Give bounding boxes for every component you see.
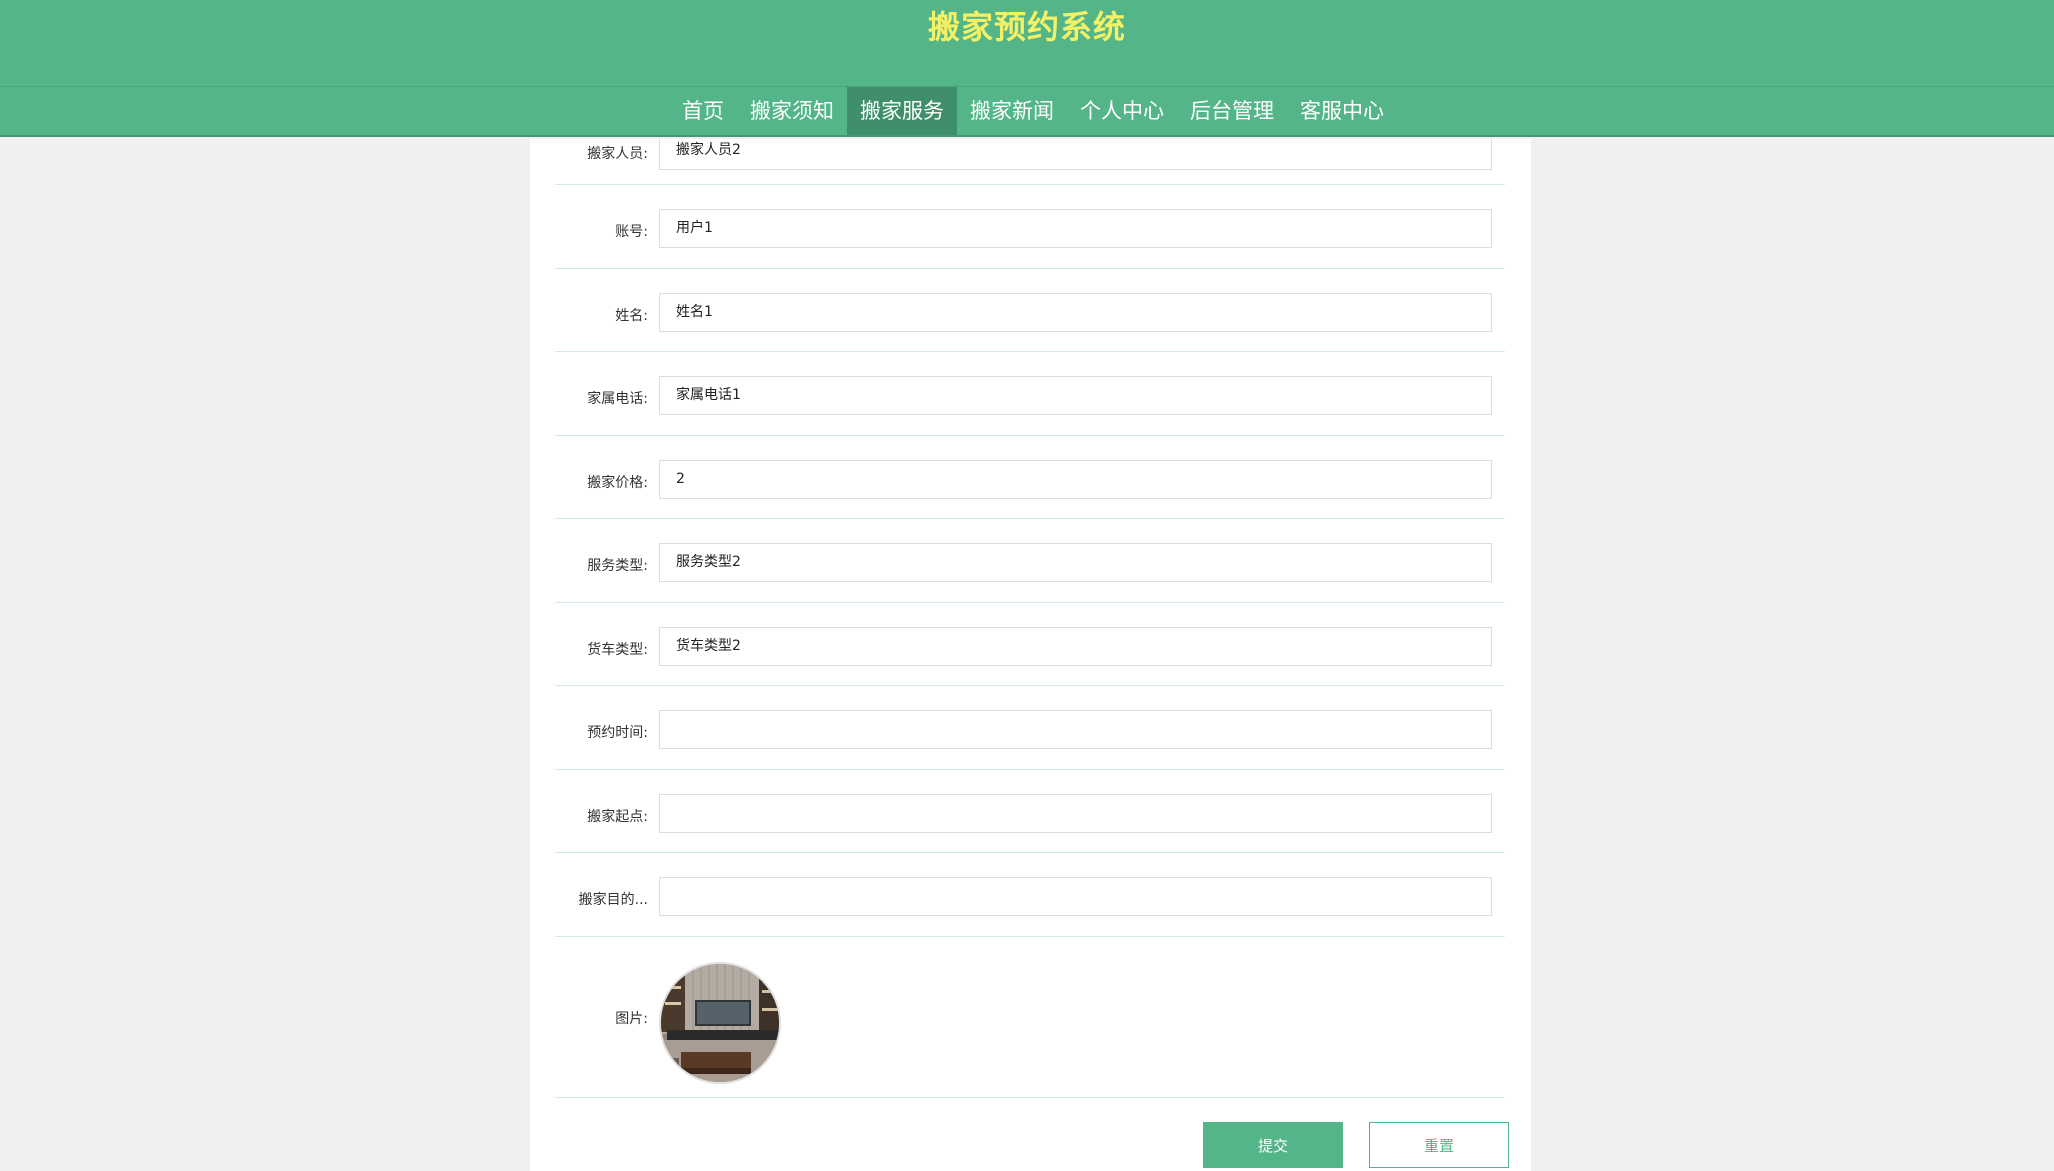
nav-item-customer-service[interactable]: 客服中心 xyxy=(1287,87,1397,135)
nav-item-home[interactable]: 首页 xyxy=(669,87,737,135)
room-photo[interactable] xyxy=(659,961,781,1084)
form-row-mover: 搬家人员: 搬家人员2 xyxy=(555,139,1505,185)
image-label: 图片: xyxy=(615,1010,648,1027)
main-nav: 首页 搬家须知 搬家服务 搬家新闻 个人中心 后台管理 客服中心 xyxy=(0,86,2054,137)
nav-item-moving-service[interactable]: 搬家服务 xyxy=(847,87,957,135)
form-row-appointment-time: 预约时间: xyxy=(555,686,1505,770)
form-row-image: 图片: xyxy=(555,937,1505,1098)
site-title: 搬家预约系统 xyxy=(927,8,1126,46)
nav-item-moving-news[interactable]: 搬家新闻 xyxy=(957,87,1067,135)
living-room-image xyxy=(661,963,779,1082)
appointment-time-input[interactable] xyxy=(659,710,1492,749)
service-type-input[interactable]: 服务类型2 xyxy=(659,543,1492,582)
submit-button[interactable]: 提交 xyxy=(1203,1121,1343,1168)
site-header: 搬家预约系统 xyxy=(0,0,2054,86)
content-panel: 搬家人员: 搬家人员2 账号: 用户1 姓名: 姓名1 家属电话: 家属电话1 … xyxy=(530,139,1531,1171)
form-row-destination: 搬家目的... xyxy=(555,853,1505,937)
form-row-price: 搬家价格: 2 xyxy=(555,436,1505,519)
booking-form: 搬家人员: 搬家人员2 账号: 用户1 姓名: 姓名1 家属电话: 家属电话1 … xyxy=(555,139,1509,1171)
origin-input[interactable] xyxy=(659,793,1492,833)
truck-type-label: 货车类型: xyxy=(587,641,648,658)
destination-label: 搬家目的... xyxy=(578,892,648,908)
service-type-label: 服务类型: xyxy=(587,558,648,574)
form-row-family-phone: 家属电话: 家属电话1 xyxy=(555,352,1505,436)
form-row-name: 姓名: 姓名1 xyxy=(555,269,1505,352)
origin-label: 搬家起点: xyxy=(587,808,648,825)
form-actions: 提交 重置 xyxy=(555,1098,1509,1171)
form-row-truck-type: 货车类型: 货车类型2 xyxy=(555,603,1505,686)
form-row-account: 账号: 用户1 xyxy=(555,185,1505,269)
truck-type-input[interactable]: 货车类型2 xyxy=(659,626,1492,666)
nav-item-admin[interactable]: 后台管理 xyxy=(1177,87,1287,135)
nav-item-moving-notice[interactable]: 搬家须知 xyxy=(737,87,847,135)
form-row-origin: 搬家起点: xyxy=(555,770,1505,853)
name-label: 姓名: xyxy=(615,307,648,324)
family-phone-label: 家属电话: xyxy=(587,391,648,407)
name-input[interactable]: 姓名1 xyxy=(659,292,1492,332)
nav-item-personal-center[interactable]: 个人中心 xyxy=(1067,87,1177,135)
appointment-time-label: 预约时间: xyxy=(587,725,648,741)
form-row-service-type: 服务类型: 服务类型2 xyxy=(555,519,1505,603)
family-phone-input[interactable]: 家属电话1 xyxy=(659,376,1492,415)
price-label: 搬家价格: xyxy=(587,474,648,491)
price-input[interactable]: 2 xyxy=(659,459,1492,499)
reset-button[interactable]: 重置 xyxy=(1369,1121,1509,1168)
destination-input[interactable] xyxy=(659,877,1492,916)
mover-label: 搬家人员: xyxy=(587,146,648,162)
account-label: 账号: xyxy=(615,224,648,240)
mover-input[interactable]: 搬家人员2 xyxy=(659,139,1492,170)
account-input[interactable]: 用户1 xyxy=(659,209,1492,248)
